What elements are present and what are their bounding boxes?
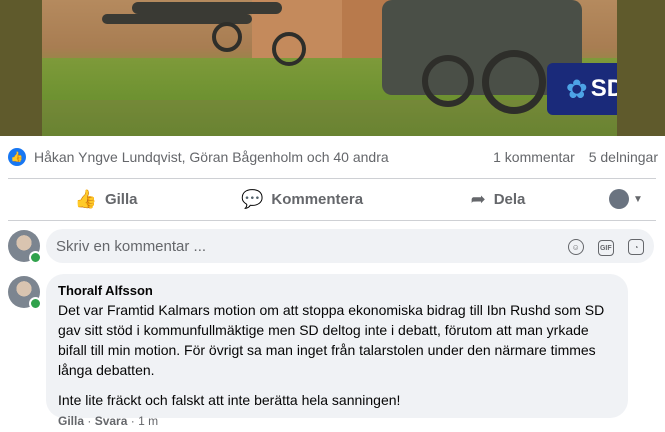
photo-cannon-wheel [212,22,242,52]
comments-count[interactable]: 1 kommentar [493,149,575,165]
gif-icon[interactable]: GIF [597,239,614,256]
photo-cannon-wheel [482,50,546,114]
photo-cannon [132,2,282,14]
like-reaction-icon[interactable]: 👍 [8,148,26,166]
comment-like-link[interactable]: Gilla [58,414,84,428]
like-button[interactable]: 👍 Gilla [8,189,204,210]
composer-tools: ☺ GIF ◔ [558,237,644,256]
comment-button-label: Kommentera [271,190,364,208]
sd-logo-text: SD [590,75,617,102]
online-indicator [29,251,42,264]
comment-author[interactable]: Thoralf Alfsson [58,282,616,300]
reactions-names[interactable]: Håkan Yngve Lundqvist, Göran Bågenholm o… [34,149,483,165]
avatar [609,189,630,209]
reactions-bar: 👍 Håkan Yngve Lundqvist, Göran Bågenholm… [8,144,658,170]
like-button-label: Gilla [104,190,138,208]
emoji-icon[interactable]: ☺ [567,238,584,255]
caret-down-icon: ▼ [633,193,643,205]
sticker-icon[interactable]: ◔ [628,238,644,255]
comment-input-placeholder: Skriv en kommentar ... [56,237,207,255]
separator: · [130,414,139,428]
comment-text: Det var Framtid Kalmars motion om att st… [58,302,605,378]
comment-time[interactable]: 1 m [138,414,158,428]
comment-icon: 💬 [240,188,264,209]
divider [8,178,656,179]
audience-selector[interactable]: ▼ [596,189,656,209]
post-photo[interactable]: ✿ SD [42,0,617,136]
post-actions: 👍 Gilla 💬 Kommentera ➦ Dela ▼ [8,181,656,217]
sd-logo: ✿ SD [547,63,617,115]
photo-cannon-wheel [422,55,474,107]
online-indicator [29,297,42,310]
comment-reply-link[interactable]: Svara [95,414,128,428]
separator: · [87,414,95,428]
comment-bubble: Thoralf Alfsson Det var Framtid Kalmars … [46,274,628,418]
shares-count[interactable]: 5 delningar [589,149,658,165]
photo-frame-right [617,0,665,136]
post-counts: 1 kommentar 5 delningar [483,149,658,165]
share-button[interactable]: ➦ Dela [400,189,596,210]
photo-cannon-wheel [272,32,306,66]
divider [8,220,656,221]
share-icon: ➦ [470,188,486,209]
photo-frame-left [0,0,42,136]
comment-text: Inte lite fräckt och falskt att inte ber… [58,392,401,408]
flower-icon: ✿ [565,74,588,104]
thumbs-up-icon: 👍 [74,188,97,209]
comment-button[interactable]: 💬 Kommentera [204,189,400,210]
comment-meta: Gilla · Svara · 1 m [58,414,158,428]
share-button-label: Dela [493,190,526,208]
comment-input[interactable]: Skriv en kommentar ... ☺ GIF ◔ [46,229,654,263]
